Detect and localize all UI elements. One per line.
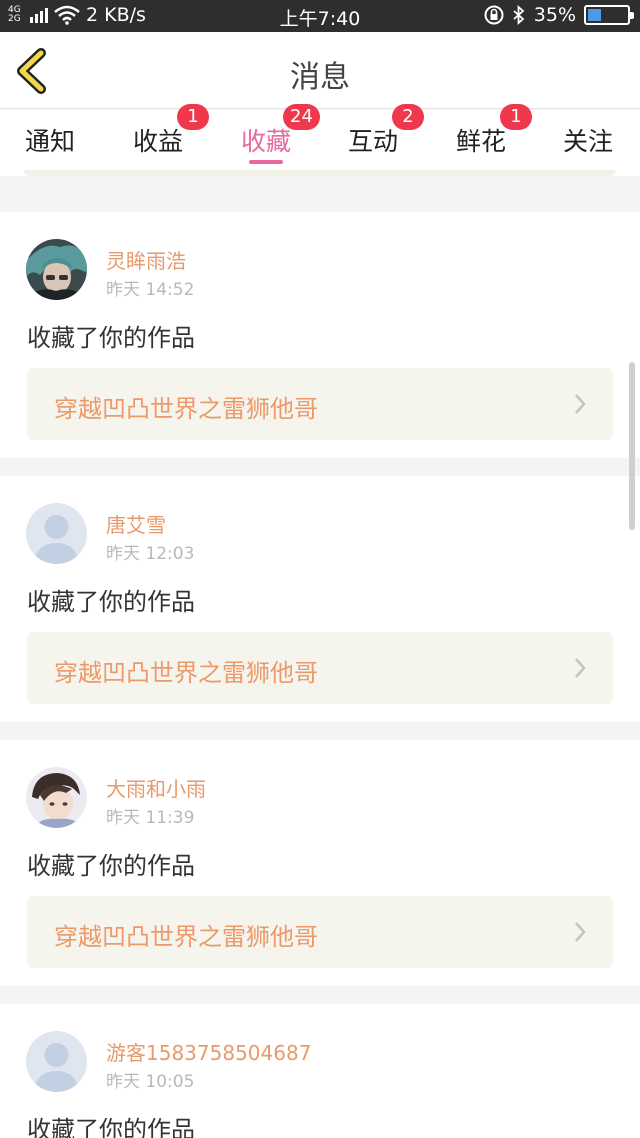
tab-label: 互动: [348, 127, 399, 156]
message-card: 游客1583758504687 昨天 10:05 收藏了你的作品: [0, 1004, 640, 1138]
message-card: 唐艾雪 昨天 12:03 收藏了你的作品 穿越凹凸世界之雷狮他哥: [0, 476, 640, 722]
battery-icon: [584, 5, 634, 25]
chevron-right-icon: [575, 394, 586, 414]
username[interactable]: 游客1583758504687: [106, 1037, 311, 1066]
avatar-image: [26, 767, 87, 828]
tab-badge: 2: [392, 104, 424, 130]
message-card: 大雨和小雨 昨天 11:39 收藏了你的作品 穿越凹凸世界之雷狮他哥: [0, 740, 640, 986]
scrollbar[interactable]: [629, 362, 635, 530]
tab-earnings[interactable]: 收益 1: [133, 104, 209, 158]
username[interactable]: 大雨和小雨: [106, 773, 206, 802]
work-link[interactable]: 穿越凹凸世界之雷狮他哥: [27, 632, 613, 704]
avatar[interactable]: [26, 503, 87, 564]
chevron-right-icon: [575, 922, 586, 942]
title-bar: 消息: [0, 32, 640, 109]
work-title: 穿越凹凸世界之雷狮他哥: [54, 659, 318, 687]
work-link[interactable]: 穿越凹凸世界之雷狮他哥: [27, 368, 613, 440]
tab-label: 通知: [25, 127, 76, 156]
tab-label: 收益: [133, 127, 184, 156]
timestamp: 昨天 11:39: [106, 808, 195, 828]
timestamp: 昨天 12:03: [106, 544, 195, 564]
tab-follows[interactable]: 关注: [563, 122, 613, 158]
tab-notifications[interactable]: 通知: [25, 122, 75, 158]
default-avatar-icon: [26, 503, 87, 564]
work-link[interactable]: 穿越凹凸世界之雷狮他哥: [27, 896, 613, 968]
battery-percent: 35%: [533, 4, 576, 26]
chevron-right-icon: [575, 658, 586, 678]
tab-label: 鲜花: [456, 127, 507, 156]
action-text: 收藏了你的作品: [27, 1116, 195, 1138]
tab-flowers[interactable]: 鲜花 1: [456, 104, 532, 158]
tab-badge: 1: [500, 104, 532, 130]
message-card: 灵眸雨浩 昨天 14:52 收藏了你的作品 穿越凹凸世界之雷狮他哥: [0, 212, 640, 458]
tab-favorites[interactable]: 收藏 24: [241, 104, 320, 164]
bluetooth-icon: [513, 5, 525, 25]
tab-label: 关注: [563, 127, 614, 156]
timestamp: 昨天 10:05: [106, 1072, 195, 1092]
rotation-lock-icon: [484, 5, 504, 25]
active-tab-indicator: [249, 160, 284, 164]
avatar[interactable]: [26, 767, 87, 828]
battery-fill: [588, 9, 601, 21]
work-title: 穿越凹凸世界之雷狮他哥: [54, 923, 318, 951]
avatar[interactable]: [26, 1031, 87, 1092]
avatar-image: [26, 239, 87, 300]
tab-badge: 1: [177, 104, 209, 130]
tab-badge: 24: [283, 104, 320, 130]
action-text: 收藏了你的作品: [27, 588, 195, 616]
action-text: 收藏了你的作品: [27, 852, 195, 880]
action-text: 收藏了你的作品: [27, 324, 195, 352]
username[interactable]: 灵眸雨浩: [106, 245, 186, 274]
page-title: 消息: [290, 60, 350, 95]
work-title: 穿越凹凸世界之雷狮他哥: [54, 395, 318, 423]
default-avatar-icon: [26, 1031, 87, 1092]
tab-label: 收藏: [241, 127, 292, 156]
status-bar: 4G 2G 2 KB/s 上午7:40 35%: [0, 0, 640, 32]
avatar[interactable]: [26, 239, 87, 300]
tab-bar: 通知 收益 1 收藏 24 互动 2 鲜花 1 关注: [0, 104, 640, 176]
username[interactable]: 唐艾雪: [106, 509, 166, 538]
divider: [24, 170, 616, 176]
timestamp: 昨天 14:52: [106, 280, 195, 300]
tab-interactions[interactable]: 互动 2: [348, 104, 424, 158]
